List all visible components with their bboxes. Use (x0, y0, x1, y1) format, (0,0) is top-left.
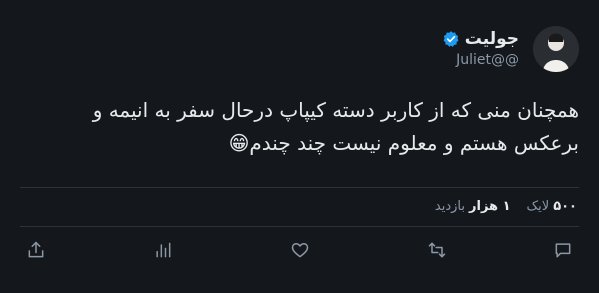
verified-badge-icon (443, 31, 459, 47)
likes-count: ۵۰۰ (553, 199, 577, 214)
divider (20, 226, 579, 227)
author-display-name[interactable]: جولیت (465, 29, 519, 49)
heart-icon (291, 243, 309, 258)
author-info: جولیت Juliet@@ (442, 29, 519, 68)
reply-icon (555, 243, 571, 258)
like-button[interactable] (288, 238, 312, 262)
tweet-stats: ۵۰۰ لایک ۱ هزار بازدید (435, 199, 577, 214)
share-button[interactable] (24, 238, 48, 262)
views-stat[interactable]: ۱ هزار بازدید (435, 199, 511, 214)
tweet-text-line: همچنان منی که از کاربر دسته کیپاپ درحال … (92, 98, 579, 122)
retweet-icon (428, 242, 446, 258)
share-icon (28, 241, 44, 258)
retweet-button[interactable] (425, 238, 449, 262)
views-label: بازدید (434, 199, 465, 214)
reply-button[interactable] (551, 238, 575, 262)
tweet-actions (0, 236, 599, 264)
tweet-card: جولیت Juliet@@ همچنان منی که از کاربر دس… (0, 0, 599, 293)
divider (20, 187, 579, 188)
avatar-photo-icon (533, 26, 579, 72)
likes-stat[interactable]: ۵۰۰ لایک (527, 199, 577, 214)
views-count: ۱ هزار (469, 199, 511, 214)
author-handle[interactable]: Juliet@@ (442, 52, 519, 68)
views-icon (156, 242, 171, 258)
author-name-row: جولیت (442, 29, 519, 49)
views-button[interactable] (151, 238, 175, 262)
likes-label: لایک (526, 199, 550, 214)
tweet-text-line: برعکس هستم و معلوم نیست چند چندم😁 (228, 131, 579, 155)
tweet-text: همچنان منی که از کاربر دسته کیپاپ درحال … (14, 94, 579, 160)
avatar[interactable] (533, 26, 579, 72)
